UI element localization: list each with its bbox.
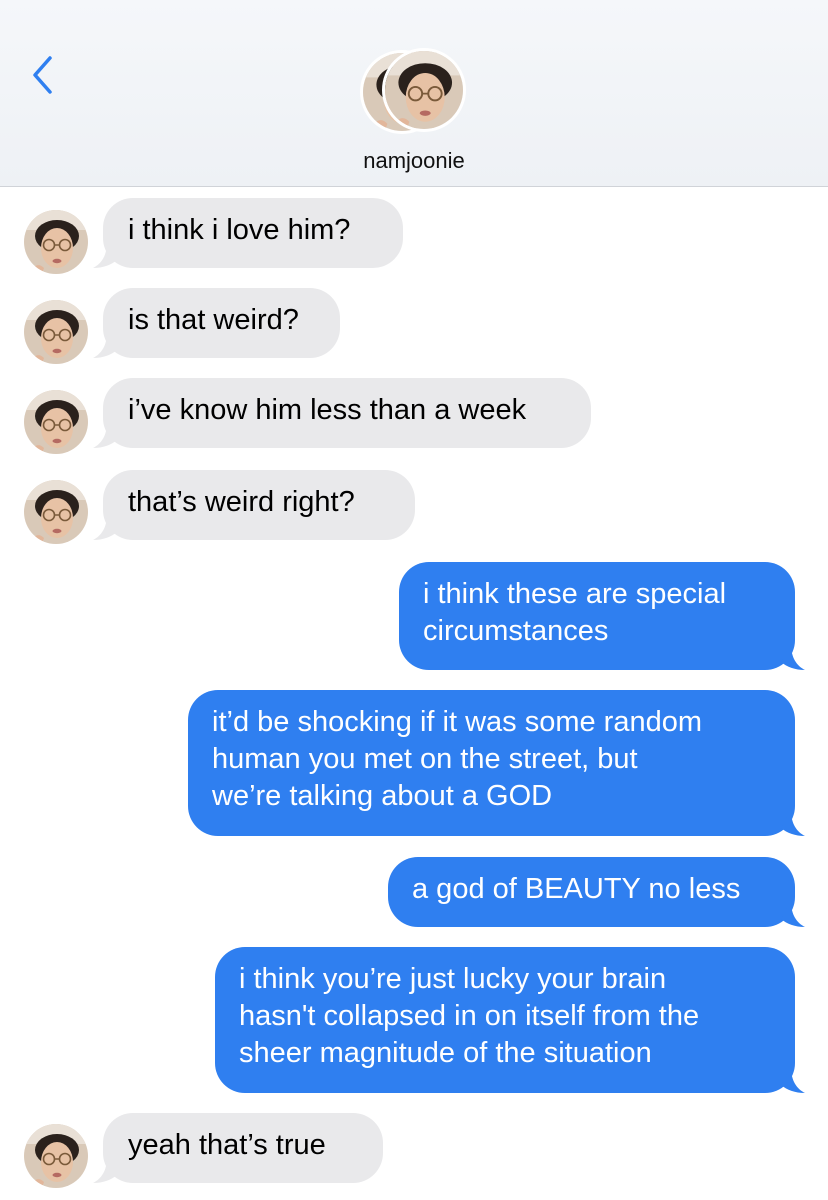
message-bubble-outgoing[interactable]: i think you’re just lucky your brain has… bbox=[215, 947, 805, 1093]
sender-avatar bbox=[24, 210, 88, 274]
message-bubble-incoming[interactable]: that’s weird right? bbox=[93, 470, 415, 540]
message-text: it’d be shocking if it was some random h… bbox=[212, 706, 702, 812]
sender-avatar bbox=[24, 1124, 88, 1188]
message-text: i think these are special circumstances bbox=[423, 578, 727, 647]
contact-avatar-group[interactable] bbox=[360, 48, 470, 136]
message-bubble-incoming[interactable]: is that weird? bbox=[93, 288, 340, 358]
sender-avatar bbox=[24, 390, 88, 454]
message-bubble-incoming[interactable]: i think i love him? bbox=[93, 198, 403, 268]
message-bubble-outgoing[interactable]: i think these are special circumstances bbox=[399, 562, 805, 670]
message-bubble-incoming[interactable]: i’ve know him less than a week bbox=[93, 378, 591, 448]
message-bubble-outgoing[interactable]: a god of BEAUTY no less bbox=[388, 857, 805, 927]
sender-avatar bbox=[24, 300, 88, 364]
message-text: that’s weird right? bbox=[128, 486, 355, 518]
sender-avatar bbox=[24, 480, 88, 544]
message-text: is that weird? bbox=[128, 304, 299, 336]
message-text: yeah that’s true bbox=[128, 1129, 326, 1161]
message-bubble-incoming[interactable]: yeah that’s true bbox=[93, 1113, 383, 1183]
message-text: a god of BEAUTY no less bbox=[412, 873, 741, 905]
message-text: i think you’re just lucky your brain has… bbox=[239, 963, 700, 1069]
chevron-left-icon bbox=[33, 56, 52, 94]
contact-name[interactable]: namjoonie bbox=[0, 148, 828, 174]
back-button[interactable] bbox=[22, 50, 62, 100]
message-text: i’ve know him less than a week bbox=[128, 394, 527, 426]
message-text: i think i love him? bbox=[128, 214, 351, 246]
message-bubble-outgoing[interactable]: it’d be shocking if it was some random h… bbox=[188, 690, 805, 836]
contact-avatar bbox=[382, 48, 466, 132]
conversation-header: namjoonie bbox=[0, 0, 828, 187]
